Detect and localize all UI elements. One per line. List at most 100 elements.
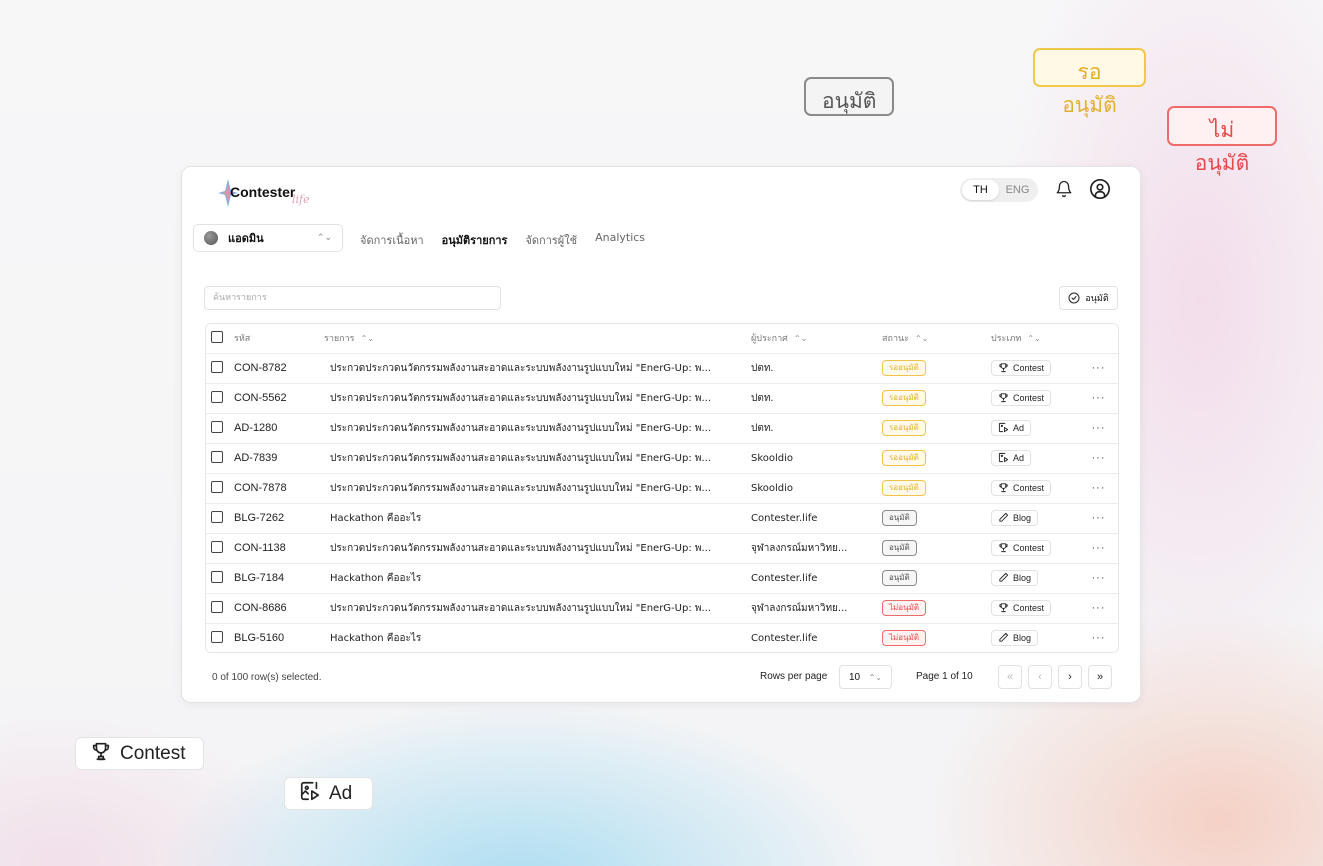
row-actions-button[interactable]: ··· (1077, 353, 1118, 383)
type-chip: Contest (991, 540, 1052, 556)
row-checkbox[interactable] (211, 570, 223, 583)
status-badge: อนุมัติ (882, 570, 917, 586)
type-label: Contest (1013, 393, 1045, 403)
row-title[interactable]: Hackathon คืออะไร (324, 503, 751, 533)
table-row[interactable]: CON-7878 ประกวดประกวดนวัตกรรมพลังงานสะอาด… (206, 473, 1118, 503)
table-row[interactable]: CON-8782 ประกวดประกวดนวัตกรรมพลังงานสะอาด… (206, 353, 1118, 383)
contester-logo[interactable]: Contester life (218, 175, 318, 209)
chevrons-right-icon: » (1096, 671, 1104, 683)
page-info: Page 1 of 10 (916, 671, 973, 682)
row-title[interactable]: Hackathon คืออะไร (324, 563, 751, 593)
type-chip: Contest (991, 480, 1052, 496)
row-title[interactable]: ประกวดประกวดนวัตกรรมพลังงานสะอาดและระบบพ… (324, 593, 751, 623)
column-header-status-label: สถานะ (882, 334, 909, 345)
type-chip: Blog (991, 570, 1039, 586)
column-header-type[interactable]: ประเภท ⌃⌄ (991, 324, 1077, 353)
more-horizontal-icon: ··· (1091, 452, 1106, 464)
row-title[interactable]: ประกวดประกวดนวัตกรรมพลังงานสะอาดและระบบพ… (324, 443, 751, 473)
trophy-icon (998, 602, 1009, 615)
next-page-button[interactable]: › (1058, 665, 1082, 689)
type-label: Ad (1013, 423, 1025, 433)
prev-page-button[interactable]: ‹ (1028, 665, 1052, 689)
approve-button-label: อนุมัติ (1085, 294, 1109, 304)
floating-ad-label: Ad (329, 782, 353, 804)
row-checkbox[interactable] (211, 630, 223, 643)
type-chip: Contest (991, 390, 1052, 406)
row-actions-button[interactable]: ··· (1077, 623, 1118, 652)
status-badge: รออนุมัติ (882, 480, 926, 496)
row-checkbox[interactable] (211, 420, 223, 433)
type-chip: Contest (991, 600, 1052, 616)
bell-icon[interactable] (1053, 178, 1075, 200)
row-actions-button[interactable]: ··· (1077, 413, 1118, 443)
floating-approved-badge: อนุมัติ (804, 77, 894, 116)
row-code: CON-1138 (234, 542, 286, 554)
row-checkbox[interactable] (211, 360, 223, 373)
row-org: Contester.life (751, 632, 818, 644)
row-title[interactable]: ประกวดประกวดนวัตกรรมพลังงานสะอาดและระบบพ… (324, 473, 751, 503)
more-horizontal-icon: ··· (1091, 422, 1106, 434)
row-code: CON-7878 (234, 482, 287, 494)
row-actions-button[interactable]: ··· (1077, 473, 1118, 503)
nav-analytics[interactable]: Analytics (595, 231, 645, 249)
row-checkbox[interactable] (211, 540, 223, 553)
row-actions-button[interactable]: ··· (1077, 503, 1118, 533)
row-title[interactable]: ประกวดประกวดนวัตกรรมพลังงานสะอาดและระบบพ… (324, 413, 751, 443)
row-org: จุฬาลงกรณ์มหาวิทย... (751, 602, 848, 614)
row-code: CON-8686 (234, 602, 287, 614)
floating-contest-label: Contest (120, 742, 186, 764)
language-toggle[interactable]: TH ENG (960, 178, 1038, 202)
column-header-status[interactable]: สถานะ ⌃⌄ (882, 324, 991, 353)
column-header-org[interactable]: ผู้ประกาศ ⌃⌄ (751, 324, 882, 353)
row-checkbox[interactable] (211, 390, 223, 403)
role-select[interactable]: แอดมิน ⌃⌄ (193, 224, 343, 252)
table-row[interactable]: CON-5562 ประกวดประกวดนวัตกรรมพลังงานสะอาด… (206, 383, 1118, 413)
user-circle-icon[interactable] (1089, 178, 1111, 200)
row-title[interactable]: ประกวดประกวดนวัตกรรมพลังงานสะอาดและระบบพ… (324, 383, 751, 413)
chevron-up-down-icon: ⌃⌄ (868, 672, 882, 682)
table-row[interactable]: BLG-7184 Hackathon คืออะไร Contester.life อ… (206, 563, 1118, 593)
row-checkbox[interactable] (211, 600, 223, 613)
row-title[interactable]: ประกวดประกวดนวัตกรรมพลังงานสะอาดและระบบพ… (324, 353, 751, 383)
nav-user-management[interactable]: จัดการผู้ใช้ (525, 231, 577, 249)
table-row[interactable]: AD-1280 ประกวดประกวดนวัตกรรมพลังงานสะอาดแ… (206, 413, 1118, 443)
last-page-button[interactable]: » (1088, 665, 1112, 689)
table-row[interactable]: AD-7839 ประกวดประกวดนวัตกรรมพลังงานสะอาดแ… (206, 443, 1118, 473)
row-checkbox[interactable] (211, 450, 223, 463)
row-checkbox[interactable] (211, 510, 223, 523)
table-row[interactable]: BLG-5160 Hackathon คืออะไร Contester.life ไ… (206, 623, 1118, 652)
select-all-checkbox[interactable] (211, 330, 223, 343)
lang-th-option[interactable]: TH (962, 180, 999, 200)
row-title[interactable]: Hackathon คืออะไร (324, 623, 751, 652)
first-page-button[interactable]: « (998, 665, 1022, 689)
row-actions-button[interactable]: ··· (1077, 593, 1118, 623)
row-checkbox[interactable] (211, 480, 223, 493)
table-row[interactable]: CON-1138 ประกวดประกวดนวัตกรรมพลังงานสะอาด… (206, 533, 1118, 563)
table-row[interactable]: CON-8686 ประกวดประกวดนวัตกรรมพลังงานสะอาด… (206, 593, 1118, 623)
approve-button[interactable]: อนุมัติ (1059, 286, 1118, 310)
nav-content-management[interactable]: จัดการเนื้อหา (360, 231, 424, 249)
table-row[interactable]: BLG-7262 Hackathon คืออะไร Contester.life อ… (206, 503, 1118, 533)
status-badge: รออนุมัติ (882, 420, 926, 436)
row-actions-button[interactable]: ··· (1077, 563, 1118, 593)
status-badge: รออนุมัติ (882, 360, 926, 376)
row-org: จุฬาลงกรณ์มหาวิทย... (751, 542, 848, 554)
row-actions-button[interactable]: ··· (1077, 533, 1118, 563)
row-actions-button[interactable]: ··· (1077, 443, 1118, 473)
floating-pending-badge: รออนุมัติ (1033, 48, 1146, 117)
row-org: Skooldio (751, 452, 794, 464)
chevrons-left-icon: « (1006, 671, 1014, 683)
column-header-title[interactable]: รายการ ⌃⌄ (324, 324, 751, 353)
row-title[interactable]: ประกวดประกวดนวัตกรรมพลังงานสะอาดและระบบพ… (324, 533, 751, 563)
nav-approvals[interactable]: อนุมัติรายการ (442, 231, 508, 249)
row-code: AD-1280 (234, 422, 278, 434)
row-actions-button[interactable]: ··· (1077, 383, 1118, 413)
logo-text: Contester (230, 184, 296, 200)
row-code: BLG-7184 (234, 572, 285, 584)
lang-en-option[interactable]: ENG (999, 180, 1036, 200)
type-label: Blog (1013, 513, 1032, 523)
search-input[interactable] (204, 286, 501, 310)
rows-per-page-value: 10 (849, 671, 861, 683)
image-play-icon (998, 452, 1009, 465)
rows-per-page-select[interactable]: 10 ⌃⌄ (839, 665, 892, 689)
